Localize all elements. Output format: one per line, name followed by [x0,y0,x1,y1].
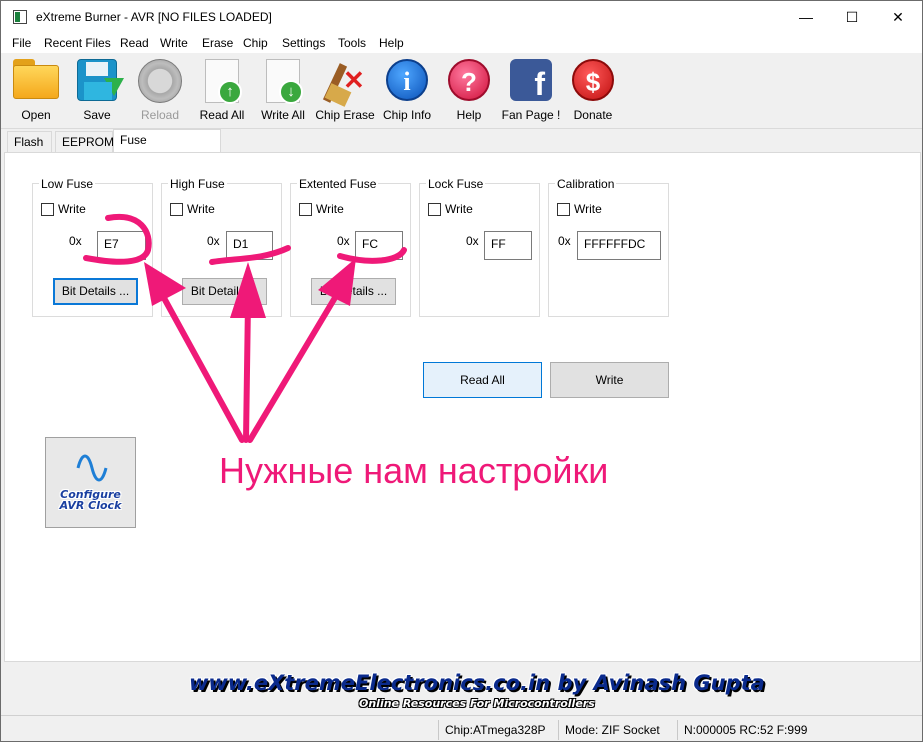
low-fuse-group: Low Fuse Write 0x E7 Bit Details ... [32,177,153,317]
lock-fuse-write-label: Write [445,202,473,216]
fan-page-label: Fan Page ! [501,108,561,122]
help-button[interactable]: ? Help [439,55,499,125]
tab-fuse-bits-settings[interactable]: Fuse Bits/Settings [113,129,221,167]
high-fuse-group: High Fuse Write 0x D1 Bit Details ... [161,177,282,317]
close-button[interactable]: ✕ [875,1,921,33]
configure-avr-clock-label: Configure AVR Clock [46,489,135,511]
toolbar: Open Save Reload ↑ Read All ↓ Write All … [1,53,922,129]
lock-fuse-write-checkbox[interactable] [428,203,441,216]
annotation-caption: Нужные нам настройки [219,450,609,491]
tab-strip: Flash EEPROM Fuse Bits/Settings [1,129,922,167]
website-banner: www.eXtremeElectronics.co.in by Avinash … [4,665,921,715]
high-fuse-write-checkbox[interactable] [170,203,183,216]
info-icon: i [386,59,428,101]
app-icon [13,10,27,24]
save-button[interactable]: Save [67,55,127,125]
menu-help[interactable]: Help [379,36,404,50]
floppy-save-icon [77,59,124,101]
help-label: Help [456,108,482,122]
tab-eeprom[interactable]: EEPROM [55,131,114,153]
calibration-write-checkbox[interactable] [557,203,570,216]
donate-dollar-icon: $ [572,59,614,101]
read-all-toolbar-button[interactable]: ↑ Read All [192,55,252,125]
status-bar: Chip:ATmega328P Mode: ZIF Socket N:00000… [1,715,922,741]
configure-avr-clock-button[interactable]: Configure AVR Clock [45,437,136,528]
calibration-group: Calibration Write 0x FFFFFFDC [548,177,669,317]
lock-fuse-group: Lock Fuse Write 0x FF [419,177,540,317]
menu-settings[interactable]: Settings [282,36,325,50]
lock-fuse-title: Lock Fuse [426,177,486,191]
app-window: eXtreme Burner - AVR [NO FILES LOADED] —… [0,0,923,742]
write-button[interactable]: Write [550,362,669,398]
donate-label: Donate [573,108,613,122]
donate-button[interactable]: $ Donate [563,55,623,125]
minimize-button[interactable]: — [783,1,829,33]
high-fuse-bit-details-button[interactable]: Bit Details ... [182,278,267,305]
menu-bar: File Recent Files Read Write Erase Chip … [1,33,922,53]
menu-recent-files[interactable]: Recent Files [44,36,111,50]
extended-fuse-value-input[interactable]: FC [355,231,403,260]
folder-icon [13,59,59,99]
help-icon: ? [448,59,490,101]
broom-erase-icon: ✕ [322,59,365,107]
high-fuse-title: High Fuse [168,177,227,191]
chip-info-label: Chip Info [382,108,432,122]
facebook-icon: f [510,59,552,102]
menu-chip[interactable]: Chip [243,36,268,50]
write-all-icon: ↓ [266,59,303,104]
high-fuse-prefix: 0x [207,234,220,248]
low-fuse-prefix: 0x [69,234,82,248]
save-label: Save [83,108,111,122]
reload-label: Reload [140,108,180,122]
reload-button[interactable]: Reload [130,55,190,125]
calibration-prefix: 0x [558,234,571,248]
fan-page-button[interactable]: f Fan Page ! [501,55,561,125]
low-fuse-bit-details-button[interactable]: Bit Details ... [53,278,138,305]
read-all-toolbar-label: Read All [199,108,245,122]
high-fuse-value-input[interactable]: D1 [226,231,273,260]
extended-fuse-prefix: 0x [337,234,350,248]
menu-tools[interactable]: Tools [338,36,366,50]
calibration-title: Calibration [555,177,617,191]
menu-read[interactable]: Read [120,36,149,50]
extended-fuse-title: Extented Fuse [297,177,379,191]
banner-url-text: www.eXtremeElectronics.co.in by Avinash … [189,671,765,695]
open-button[interactable]: Open [6,55,66,125]
maximize-button[interactable]: ☐ [829,1,875,33]
low-fuse-value-input[interactable]: E7 [97,231,146,260]
status-mode: Mode: ZIF Socket [558,720,677,740]
extended-fuse-write-checkbox[interactable] [299,203,312,216]
low-fuse-title: Low Fuse [39,177,96,191]
menu-erase[interactable]: Erase [202,36,233,50]
configure-avr-clock-line2: AVR Clock [59,499,122,512]
read-all-button[interactable]: Read All [423,362,542,398]
calibration-value-input[interactable]: FFFFFFDC [577,231,661,260]
banner-subtitle: Online Resources For Microcontrollers [359,697,595,710]
lock-fuse-prefix: 0x [466,234,479,248]
chip-info-button[interactable]: i Chip Info [377,55,437,125]
write-all-toolbar-button[interactable]: ↓ Write All [253,55,313,125]
chip-erase-button[interactable]: ✕ Chip Erase [315,55,375,125]
status-chip: Chip:ATmega328P [438,720,558,740]
high-fuse-write-label: Write [187,202,215,216]
tab-flash[interactable]: Flash [7,131,52,153]
open-label: Open [21,108,51,122]
status-counters: N:000005 RC:52 F:999 [677,720,913,740]
chip-erase-label: Chip Erase [315,108,375,122]
low-fuse-write-checkbox[interactable] [41,203,54,216]
extended-fuse-group: Extented Fuse Write 0x FC Bit Details ..… [290,177,411,317]
title-bar: eXtreme Burner - AVR [NO FILES LOADED] —… [1,1,922,33]
window-title: eXtreme Burner - AVR [NO FILES LOADED] [36,10,272,24]
reload-icon [138,59,182,103]
lock-fuse-value-input[interactable]: FF [484,231,532,260]
extended-fuse-write-label: Write [316,202,344,216]
menu-write[interactable]: Write [160,36,188,50]
low-fuse-write-label: Write [58,202,86,216]
menu-file[interactable]: File [12,36,31,50]
write-all-toolbar-label: Write All [261,108,305,122]
calibration-write-label: Write [574,202,602,216]
extended-fuse-bit-details-button[interactable]: Bit Details ... [311,278,396,305]
read-all-icon: ↑ [205,59,242,104]
sine-wave-icon [76,454,108,482]
